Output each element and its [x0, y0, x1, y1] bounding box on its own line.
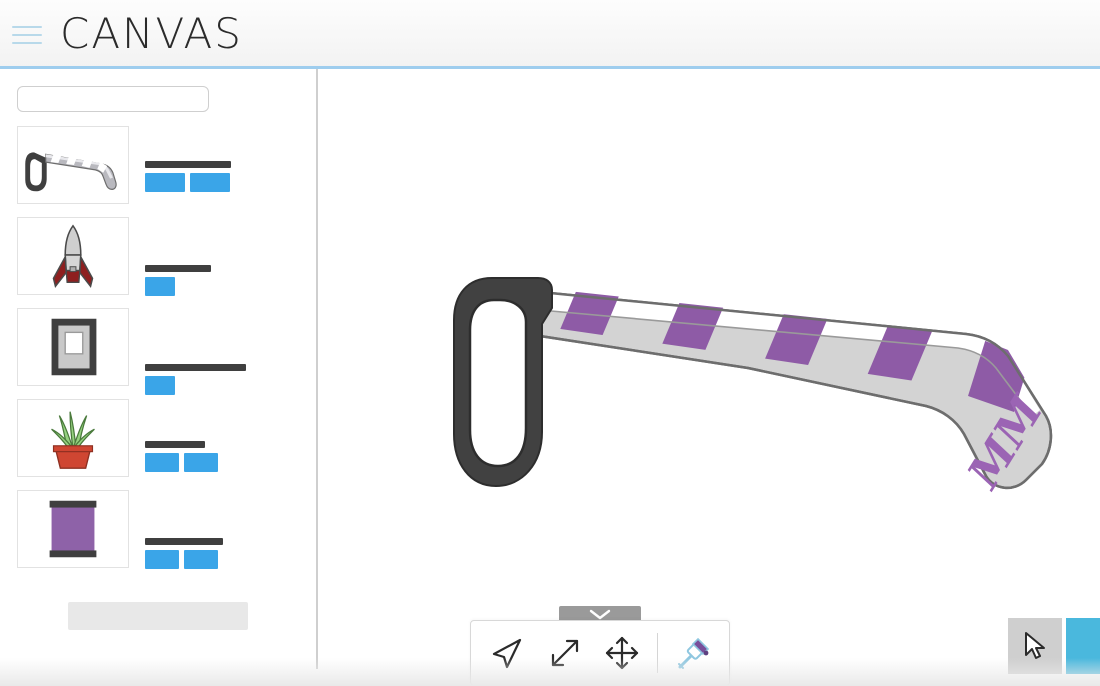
- mouse-cursor-icon: [1022, 631, 1048, 661]
- list-item-tags: [145, 277, 175, 296]
- list-item-tags: [145, 453, 218, 472]
- list-item-tag[interactable]: [184, 453, 218, 472]
- hamburger-menu-icon[interactable]: [12, 22, 42, 48]
- eyeglasses-temple-icon[interactable]: [17, 126, 129, 204]
- potted-plant-icon[interactable]: [17, 399, 129, 477]
- list-item[interactable]: [17, 399, 307, 477]
- list-item-title: [145, 441, 205, 448]
- list-item-title: [145, 161, 231, 168]
- select-arrow-tool[interactable]: [481, 626, 534, 680]
- app-header: CANVAS: [0, 0, 1100, 68]
- list-item-tags: [145, 173, 230, 192]
- page-title: CANVAS: [60, 13, 243, 55]
- list-item-title: [145, 265, 211, 272]
- list-item-tag[interactable]: [190, 173, 230, 192]
- list-item[interactable]: [17, 217, 307, 295]
- list-item-title: [145, 364, 246, 371]
- move-tool[interactable]: [596, 626, 649, 680]
- list-item-title: [145, 538, 223, 545]
- sidebar-footer-button[interactable]: [68, 602, 248, 630]
- list-item-meta: [145, 126, 307, 204]
- rocket-icon[interactable]: [17, 217, 129, 295]
- list-item-tag[interactable]: [145, 550, 179, 569]
- list-item-meta: [145, 490, 307, 568]
- hamburger-bar-2: [12, 34, 42, 36]
- tool-toolbar: [470, 620, 730, 686]
- chevron-down-icon: [589, 609, 611, 620]
- list-item-tag[interactable]: [145, 277, 175, 296]
- list-item[interactable]: [17, 126, 307, 204]
- list-item-tags: [145, 550, 218, 569]
- list-item-tag[interactable]: [145, 453, 179, 472]
- canvas-area[interactable]: MM: [318, 69, 1100, 686]
- list-item-meta: [145, 308, 307, 386]
- sidebar-panel: [0, 69, 317, 686]
- navigate-arrow-icon: [488, 633, 528, 673]
- paintbrush-icon: [670, 631, 714, 675]
- list-item-tag[interactable]: [184, 550, 218, 569]
- paint-tool[interactable]: [666, 626, 719, 680]
- cursor-pointer-button[interactable]: [1008, 618, 1062, 674]
- list-item-tag[interactable]: [145, 173, 185, 192]
- list-item-tags: [145, 376, 175, 395]
- accent-action-button[interactable]: [1066, 618, 1100, 674]
- eyeglasses-artwork[interactable]: MM: [448, 264, 1088, 529]
- frame-front: [454, 278, 552, 486]
- toolbar-separator: [657, 633, 658, 673]
- resize-tool[interactable]: [538, 626, 591, 680]
- list-item[interactable]: [17, 490, 307, 568]
- hamburger-bar-3: [12, 42, 42, 44]
- diagonal-resize-arrow-icon: [545, 633, 585, 673]
- purple-spool-icon[interactable]: [17, 490, 129, 568]
- list-item-meta: [145, 217, 307, 295]
- four-way-move-arrow-icon: [602, 633, 642, 673]
- list-item-tag[interactable]: [145, 376, 175, 395]
- hamburger-bar-1: [12, 26, 42, 28]
- list-item[interactable]: [17, 308, 307, 386]
- search-input[interactable]: [17, 86, 209, 112]
- picture-frame-icon[interactable]: [17, 308, 129, 386]
- application-window: CANVAS: [0, 0, 1100, 686]
- list-item-meta: [145, 399, 307, 477]
